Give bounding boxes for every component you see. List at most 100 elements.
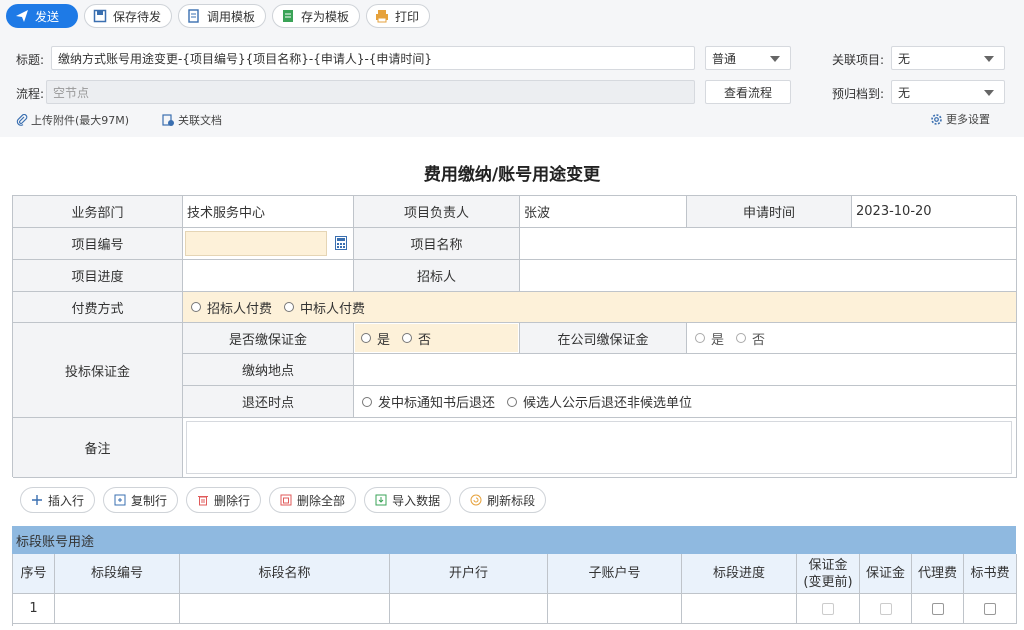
radio-icon bbox=[361, 333, 371, 343]
column-header-sub-account: 子账户号 bbox=[548, 554, 682, 594]
column-header-bank: 开户行 bbox=[390, 554, 548, 594]
save-template-icon bbox=[281, 9, 295, 23]
tender-fee-checkbox[interactable] bbox=[984, 602, 996, 615]
bond-paid-yes[interactable]: 是 bbox=[361, 329, 390, 348]
bond-cell bbox=[860, 594, 912, 624]
delete-all-button[interactable]: 删除全部 bbox=[269, 487, 357, 513]
company-bond-radio-group: 是 否 bbox=[687, 323, 1017, 354]
project-progress-label: 项目进度 bbox=[13, 260, 183, 292]
tenderer-value[interactable] bbox=[520, 260, 1017, 292]
upload-attachment-link[interactable]: 上传附件(最大97M) bbox=[16, 112, 129, 128]
segment-name-cell[interactable] bbox=[180, 594, 390, 624]
printer-icon bbox=[375, 9, 389, 23]
trash-icon bbox=[197, 494, 209, 506]
priority-select[interactable]: 普通 bbox=[705, 46, 791, 70]
gear-icon bbox=[930, 113, 943, 126]
more-settings-link[interactable]: 更多设置 bbox=[930, 111, 990, 127]
pay-option-winner[interactable]: 中标人付费 bbox=[284, 298, 365, 317]
column-header-bond-before: 保证金 (变更前) bbox=[797, 554, 860, 594]
segment-no-cell[interactable] bbox=[55, 594, 180, 624]
print-button[interactable]: 打印 bbox=[366, 4, 431, 28]
bond-label: 投标保证金 bbox=[13, 323, 183, 418]
pay-method-radio-group: 招标人付费 中标人付费 bbox=[183, 292, 1017, 323]
pay-place-label: 缴纳地点 bbox=[183, 354, 354, 386]
sub-account-cell[interactable] bbox=[548, 594, 682, 624]
project-progress-value[interactable] bbox=[183, 260, 354, 292]
project-name-value[interactable] bbox=[520, 228, 1017, 260]
title-label: 标题: bbox=[16, 53, 45, 67]
document-link-icon bbox=[162, 113, 175, 127]
template-icon bbox=[187, 9, 201, 23]
form-title: 费用缴纳/账号用途变更 bbox=[423, 165, 601, 185]
archive-label: 预归档到: bbox=[832, 87, 885, 101]
save-icon bbox=[93, 9, 107, 23]
remark-label: 备注 bbox=[13, 418, 183, 478]
owner-value: 张波 bbox=[520, 196, 687, 228]
bank-cell[interactable] bbox=[390, 594, 548, 624]
column-header-segment-no: 标段编号 bbox=[55, 554, 180, 594]
archive-select[interactable]: 无 bbox=[891, 80, 1005, 104]
project-no-label: 项目编号 bbox=[13, 228, 183, 260]
row-index: 1 bbox=[13, 594, 55, 624]
segment-table: 序号 标段编号 标段名称 开户行 子账户号 标段进度 保证金 (变更前) 保证金… bbox=[12, 554, 1017, 626]
radio-icon bbox=[736, 333, 747, 343]
refund-option-publicity[interactable]: 候选人公示后退还非候选单位 bbox=[507, 392, 692, 411]
title-input[interactable]: 缴纳方式账号用途变更-{项目编号}{项目名称}-{申请人}-{申请时间} bbox=[51, 46, 695, 70]
form-table: 业务部门 技术服务中心 项目负责人 张波 申请时间 2023-10-20 项目编… bbox=[12, 195, 1017, 478]
owner-label: 项目负责人 bbox=[354, 196, 520, 228]
radio-icon bbox=[695, 333, 705, 343]
refund-radio-group: 发中标通知书后退还 候选人公示后退还非候选单位 bbox=[354, 386, 1017, 418]
project-no-input[interactable] bbox=[185, 231, 327, 256]
remark-cell bbox=[183, 418, 1017, 478]
plus-icon bbox=[31, 494, 43, 506]
send-icon bbox=[15, 9, 29, 23]
trash-all-icon bbox=[280, 494, 292, 506]
copy-icon bbox=[114, 494, 126, 506]
related-project-select[interactable]: 无 bbox=[891, 46, 1005, 70]
bond-paid-no[interactable]: 否 bbox=[402, 329, 431, 348]
insert-row-button[interactable]: 插入行 bbox=[20, 487, 96, 513]
column-header-segment-name: 标段名称 bbox=[180, 554, 390, 594]
column-header-tender-fee: 标书费 bbox=[964, 554, 1017, 594]
import-data-button[interactable]: 导入数据 bbox=[364, 487, 452, 513]
bond-checkbox[interactable] bbox=[879, 602, 892, 615]
bond-before-cell bbox=[797, 594, 860, 624]
segment-progress-cell[interactable] bbox=[682, 594, 797, 624]
remark-textarea[interactable] bbox=[186, 421, 1012, 474]
refresh-segments-button[interactable]: 刷新标段 bbox=[459, 487, 547, 513]
refund-option-notice[interactable]: 发中标通知书后退还 bbox=[362, 392, 495, 411]
project-name-label: 项目名称 bbox=[354, 228, 520, 260]
pay-option-tenderer[interactable]: 招标人付费 bbox=[191, 298, 272, 317]
bond-before-checkbox[interactable] bbox=[822, 602, 834, 615]
column-header-index: 序号 bbox=[13, 554, 55, 594]
copy-row-button[interactable]: 复制行 bbox=[103, 487, 179, 513]
tenderer-label: 招标人 bbox=[354, 260, 520, 292]
radio-icon bbox=[191, 302, 201, 312]
related-doc-link[interactable]: 关联文档 bbox=[162, 112, 222, 128]
dept-label: 业务部门 bbox=[13, 196, 183, 228]
toolbar: 发送 保存待发 调用模板 存为模板 打印 bbox=[6, 4, 431, 30]
flow-input[interactable]: 空节点 bbox=[46, 80, 695, 104]
use-template-button[interactable]: 调用模板 bbox=[178, 4, 267, 28]
pay-place-value[interactable] bbox=[354, 354, 1017, 386]
company-bond-no[interactable]: 否 bbox=[736, 329, 765, 348]
delete-row-button[interactable]: 删除行 bbox=[186, 487, 262, 513]
save-template-button[interactable]: 存为模板 bbox=[272, 4, 361, 28]
bond-paid-cell: 是 否 bbox=[354, 323, 520, 354]
import-icon bbox=[375, 494, 387, 506]
tender-fee-cell bbox=[964, 594, 1017, 624]
radio-icon bbox=[284, 302, 295, 312]
company-bond-yes[interactable]: 是 bbox=[695, 329, 724, 348]
save-draft-button[interactable]: 保存待发 bbox=[84, 4, 173, 28]
view-flow-button[interactable]: 查看流程 bbox=[705, 80, 791, 104]
column-header-bond: 保证金 bbox=[860, 554, 912, 594]
pay-method-label: 付费方式 bbox=[13, 292, 183, 323]
company-bond-label: 在公司缴保证金 bbox=[520, 323, 687, 354]
column-header-segment-progress: 标段进度 bbox=[682, 554, 797, 594]
agency-fee-checkbox[interactable] bbox=[931, 602, 944, 615]
calculator-icon[interactable] bbox=[335, 236, 347, 254]
send-button[interactable]: 发送 bbox=[6, 4, 78, 28]
radio-icon bbox=[507, 396, 518, 407]
bond-paid-label: 是否缴保证金 bbox=[183, 323, 354, 354]
radio-icon bbox=[402, 333, 413, 343]
